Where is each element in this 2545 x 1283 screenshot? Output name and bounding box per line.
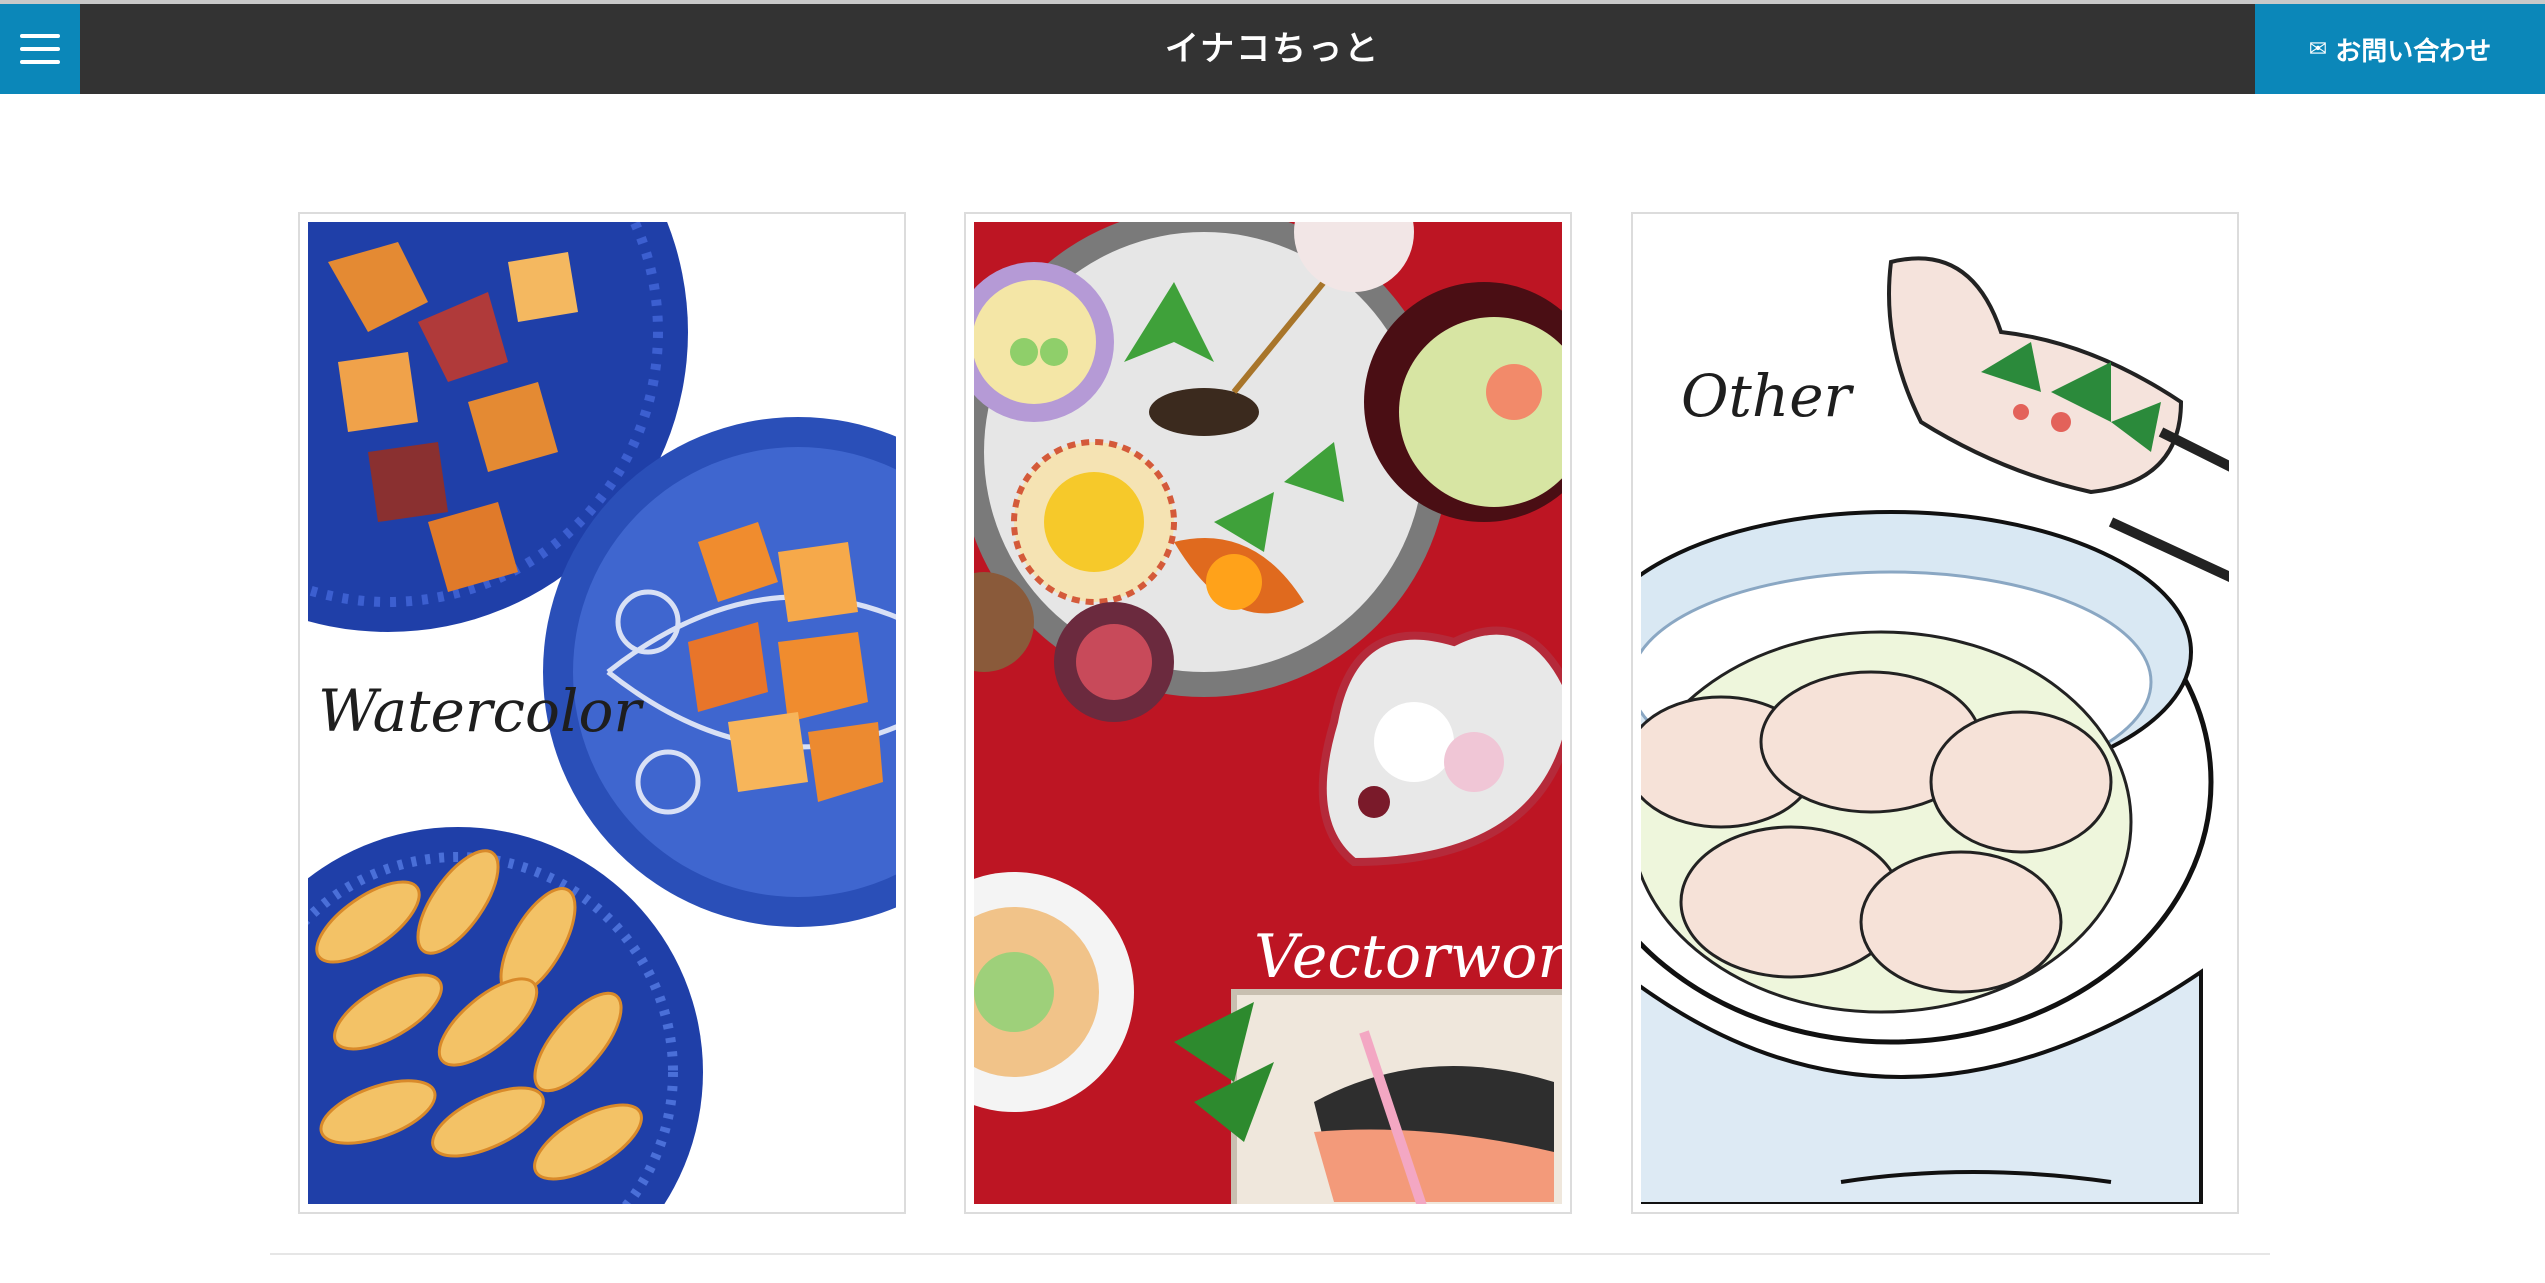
card-watercolor[interactable]: Watercolor [298, 212, 906, 1214]
site-header: イナコちっと ✉ お問い合わせ [0, 4, 2545, 94]
menu-button[interactable] [0, 4, 80, 94]
card-label: Other [1681, 362, 1852, 430]
hamburger-line [20, 34, 60, 38]
site-title[interactable]: イナコちっと [0, 4, 2545, 94]
card-label: Vectorwork [1254, 922, 1562, 992]
hamburger-line [20, 47, 60, 51]
other-illustration: Other [1641, 222, 2229, 1204]
contact-label: お問い合わせ [2335, 36, 2492, 67]
section-divider [270, 1253, 2270, 1255]
hamburger-line [20, 60, 60, 64]
card-label: Watercolor [318, 677, 642, 745]
watercolor-illustration: Watercolor [308, 222, 896, 1204]
contact-button[interactable]: ✉ お問い合わせ [2255, 4, 2545, 94]
vectorwork-illustration: Vectorwork [974, 222, 1562, 1204]
card-vectorwork[interactable]: Vectorwork [964, 212, 1572, 1214]
mail-icon: ✉ [2308, 36, 2328, 62]
card-other[interactable]: Other [1631, 212, 2239, 1214]
